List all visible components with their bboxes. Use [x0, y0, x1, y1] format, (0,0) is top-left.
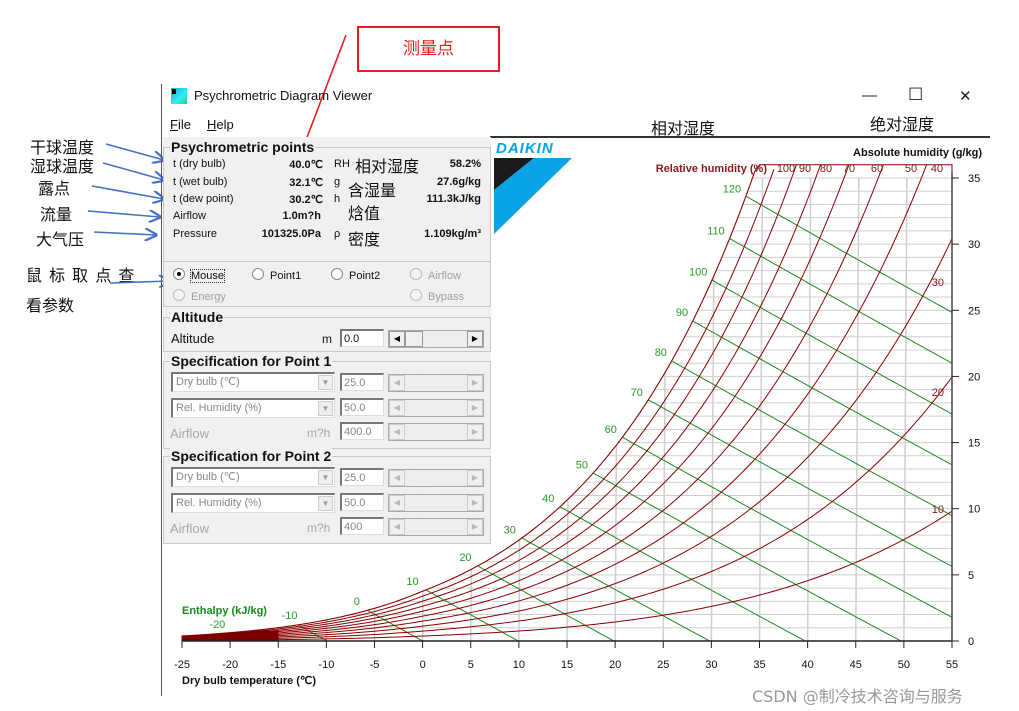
enthalpy-label-80: 80: [655, 347, 667, 359]
x-tick-label: 40: [802, 659, 814, 671]
rh-label-80: 80: [820, 163, 832, 175]
grid-line-isotherm: [421, 177, 427, 641]
enthalpy-axis-title: Enthalpy (kJ/kg): [182, 605, 267, 617]
rh-label-30: 30: [932, 277, 944, 289]
rh-curve-50: [182, 164, 886, 639]
y-axis-title: Absolute humidity (g/kg): [853, 147, 982, 159]
rh-label-20: 20: [932, 387, 944, 399]
x-tick-label: -20: [222, 659, 238, 671]
rh-label-100: 100: [777, 163, 795, 175]
enthalpy-label-100: 100: [689, 266, 707, 278]
enthalpy-label-70: 70: [631, 387, 643, 399]
x-tick-label: 35: [753, 659, 765, 671]
grid-line-isotherm: [903, 177, 908, 641]
grid-line-isotherm: [325, 177, 331, 641]
y-tick-label: 0: [968, 636, 974, 648]
rh-label-40: 40: [931, 163, 943, 175]
rh-curve-40: [182, 164, 929, 640]
enthalpy-label-90: 90: [676, 307, 688, 319]
enthalpy-label-60: 60: [605, 424, 617, 436]
enthalpy-line: [182, 314, 722, 641]
x-tick-label: -10: [318, 659, 334, 671]
rh-curve-100: [182, 171, 756, 637]
enthalpy-label-120: 120: [723, 183, 741, 195]
grid-line-isotherm: [182, 177, 186, 641]
enthalpy-label-20: 20: [459, 552, 471, 564]
x-tick-label: -5: [370, 659, 380, 671]
grid-line-isotherm: [566, 177, 571, 641]
psychrometric-chart[interactable]: -25 -20 -15 -10 -5 0 5 10 15 20 25 30 35 40 45 50 55 0 5 10…: [0, 0, 1019, 711]
enthalpy-line: [244, 165, 952, 593]
x-tick-label: 30: [705, 659, 717, 671]
grid-line-isotherm: [470, 177, 475, 641]
x-tick-label: 15: [561, 659, 573, 671]
rh-label-70: 70: [843, 163, 855, 175]
x-tick-label: 10: [513, 659, 525, 671]
enthalpy-label-110: 110: [707, 226, 725, 238]
y-tick-label: 20: [968, 371, 980, 383]
grid-line-isotherm: [855, 177, 860, 641]
enthalpy-label--10: -10: [282, 610, 298, 622]
enthalpy-line: [335, 166, 952, 542]
x-axis-title: Dry bulb temperature (℃): [182, 675, 316, 687]
x-tick-label: 20: [609, 659, 621, 671]
enthalpy-line: [513, 165, 952, 441]
y-tick-label: 30: [968, 239, 980, 251]
rh-label-60: 60: [871, 163, 883, 175]
chart-clipped-layer: [182, 164, 952, 641]
enthalpy-label-50: 50: [576, 459, 588, 471]
rh-label-50: 50: [905, 163, 917, 175]
enthalpy-label-10: 10: [406, 576, 418, 588]
x-tick-label: 55: [946, 659, 958, 671]
enthalpy-label-40: 40: [542, 493, 554, 505]
rh-label-90: 90: [799, 163, 811, 175]
enthalpy-line: [422, 164, 952, 492]
enthalpy-label--20: -20: [209, 619, 225, 631]
enthalpy-line: [182, 167, 952, 641]
y-tick-label: 5: [968, 570, 974, 582]
x-tick-label: 0: [420, 659, 426, 671]
grid-line-isotherm: [373, 177, 379, 641]
grid-line-isotherm: [806, 177, 812, 641]
grid-line-isotherm: [277, 177, 282, 641]
cold-region-fill: [182, 630, 279, 641]
rh-axis-title: Relative humidity (%): [656, 163, 768, 175]
x-tick-label: -25: [174, 659, 190, 671]
y-tick-label: 25: [968, 305, 980, 317]
rh-curve-70: [182, 164, 823, 638]
x-tick-label: 25: [657, 659, 669, 671]
grid-line-isotherm: [518, 177, 523, 641]
x-tick-label: 5: [468, 659, 474, 671]
grid-line-isotherm: [758, 177, 764, 641]
enthalpy-label-30: 30: [504, 524, 516, 536]
rh-label-10: 10: [932, 504, 944, 516]
y-tick-label: 15: [968, 438, 980, 450]
x-tick-label: 50: [898, 659, 910, 671]
y-tick-label: 35: [968, 173, 980, 185]
x-tick-label: -15: [270, 659, 286, 671]
watermark: CSDN @制冷技术咨询与服务: [752, 687, 963, 706]
grid-line-isotherm: [614, 177, 619, 641]
y-tick-label: 10: [968, 504, 980, 516]
x-tick-label: 45: [850, 659, 862, 671]
grid-line-isotherm: [229, 177, 234, 641]
rh-curve-80: [182, 164, 799, 638]
enthalpy-label-0: 0: [354, 596, 360, 608]
